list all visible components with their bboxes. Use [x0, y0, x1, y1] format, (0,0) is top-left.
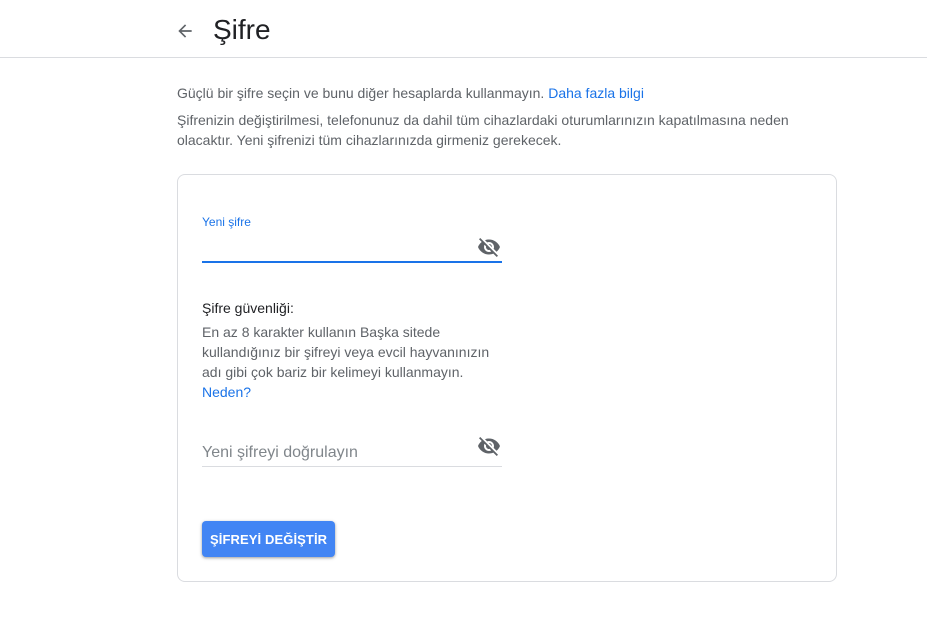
eye-off-icon [478, 437, 500, 456]
intro-line-2: Şifrenizin değiştirilmesi, telefonunuz d… [177, 112, 789, 148]
password-strength-title: Şifre güvenliği: [202, 300, 294, 316]
new-password-underline [202, 261, 502, 263]
change-password-button[interactable]: ŞİFREYİ DEĞİŞTİR [202, 521, 336, 557]
password-strength-text: En az 8 karakter kullanın Başka sitede k… [202, 324, 490, 380]
new-password-field: Yeni şifre [202, 215, 502, 263]
back-button[interactable] [172, 18, 198, 44]
confirm-password-underline [202, 466, 502, 467]
page-header: Şifre [0, 0, 927, 58]
toggle-new-password-visibility[interactable] [476, 235, 502, 259]
why-link[interactable]: Neden? [202, 384, 251, 400]
new-password-input[interactable] [202, 233, 472, 259]
new-password-label: Yeni şifre [202, 215, 251, 229]
intro-sentence: Güçlü bir şifre seçin ve bunu diğer hesa… [177, 85, 545, 101]
learn-more-link[interactable]: Daha fazla bilgi [548, 85, 644, 101]
password-strength-description: En az 8 karakter kullanın Başka sitede k… [202, 322, 502, 402]
arrow-left-icon [178, 24, 192, 38]
eye-off-icon [478, 238, 500, 257]
password-card: Yeni şifre Şifre güvenliği: En az 8 kara… [177, 174, 837, 582]
intro-text: Güçlü bir şifre seçin ve bunu diğer hesa… [177, 83, 817, 150]
page-title: Şifre [213, 14, 271, 45]
confirm-password-input[interactable] [202, 441, 472, 465]
intro-line-1: Güçlü bir şifre seçin ve bunu diğer hesa… [177, 83, 817, 103]
toggle-confirm-password-visibility[interactable] [476, 434, 502, 458]
confirm-password-field [202, 431, 502, 467]
